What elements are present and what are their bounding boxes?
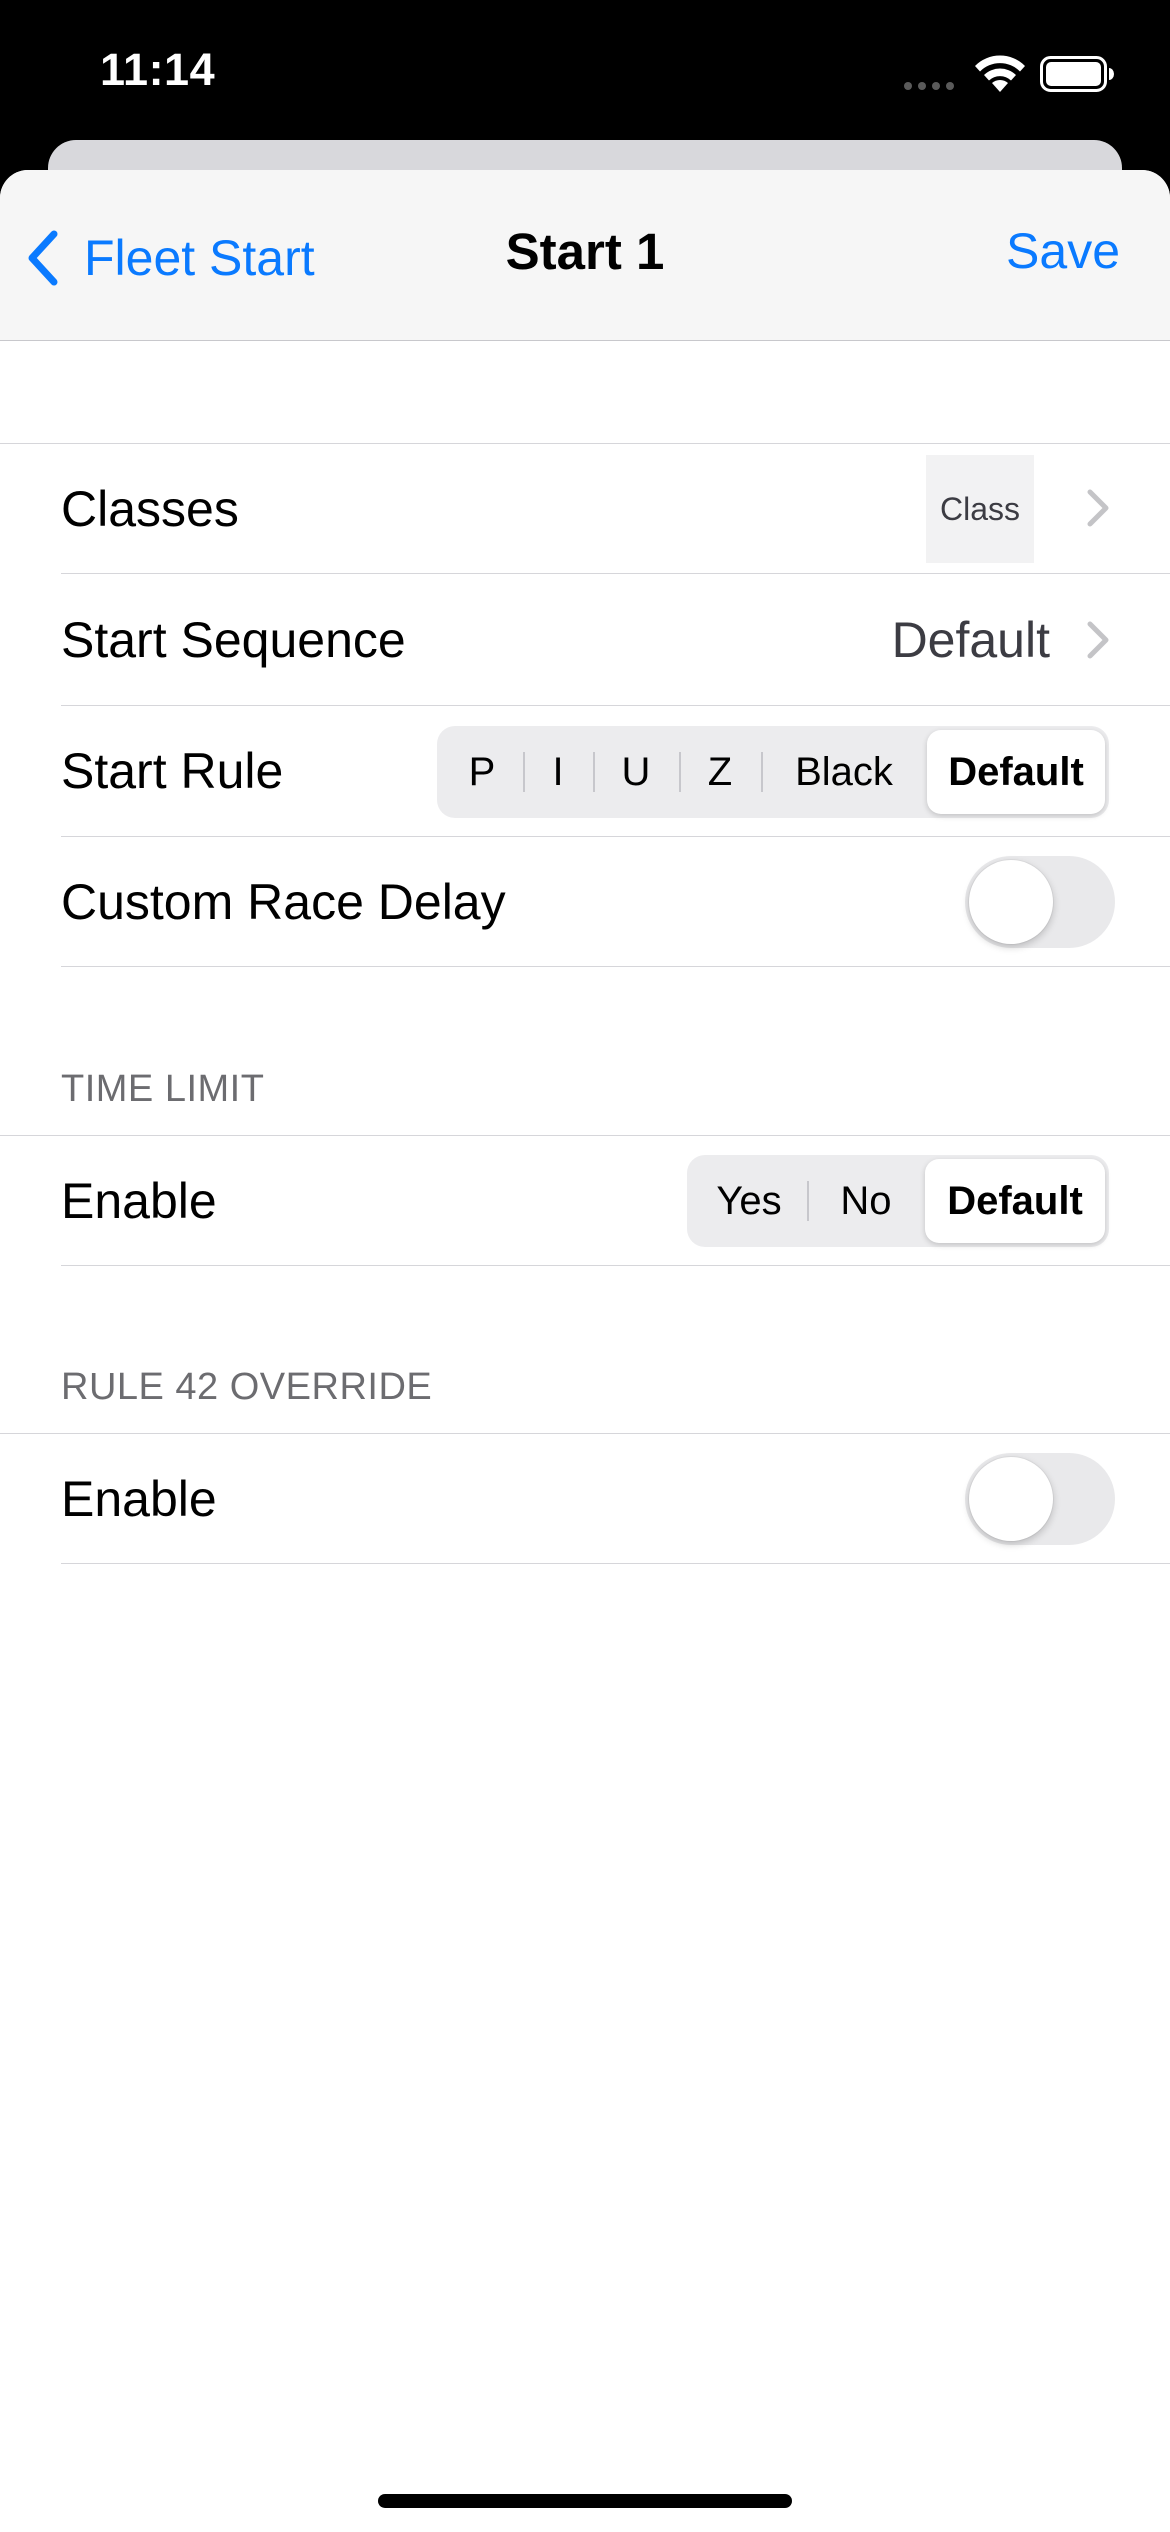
start-rule-option-u[interactable]: U [593,730,679,814]
rule-42-header: RULE 42 OVERRIDE [61,1366,433,1408]
rule-42-enable-row: Enable [0,1434,1170,1564]
start-rule-label: Start Rule [61,743,284,799]
back-button-label: Fleet Start [84,230,315,286]
time-limit-enable-row: Enable Yes No Default [0,1136,1170,1266]
chevron-left-icon [28,230,58,286]
rule-42-enable-label: Enable [61,1471,217,1527]
start-sequence-row[interactable]: Start Sequence Default [0,574,1170,706]
start-sequence-value: Default [891,612,1050,668]
settings-group-time-limit: Enable Yes No Default [0,1135,1170,1266]
custom-race-delay-label: Custom Race Delay [61,874,506,930]
status-bar: 11:14 [0,0,1170,150]
navigation-bar: Fleet Start Start 1 Save [0,170,1170,341]
status-time: 11:14 [100,44,216,95]
start-rule-option-p[interactable]: P [441,730,523,814]
start-rule-option-z[interactable]: Z [679,730,761,814]
time-limit-option-yes[interactable]: Yes [691,1159,807,1243]
back-button[interactable]: Fleet Start [24,220,315,296]
class-chip[interactable]: Class [926,455,1034,563]
modal-sheet: Fleet Start Start 1 Save Classes Class S… [0,170,1170,2532]
battery-icon [1040,56,1114,92]
time-limit-header: TIME LIMIT [61,1068,265,1110]
wifi-icon [975,55,1025,92]
start-rule-option-default[interactable]: Default [927,730,1105,814]
custom-race-delay-toggle[interactable] [965,856,1115,948]
time-limit-option-default[interactable]: Default [925,1159,1105,1243]
save-button[interactable]: Save [1006,222,1120,280]
toggle-knob [969,1457,1053,1541]
chevron-right-icon [1087,621,1109,659]
start-rule-segmented-control: P I U Z Black Default [437,726,1109,818]
time-limit-segmented-control: Yes No Default [687,1155,1109,1247]
toggle-knob [969,860,1053,944]
settings-group-rule-42: Enable [0,1433,1170,1564]
time-limit-option-no[interactable]: No [807,1159,925,1243]
start-sequence-label: Start Sequence [61,612,406,668]
chevron-right-icon [1087,489,1109,527]
start-rule-row: Start Rule P I U Z Black Default [0,706,1170,837]
home-indicator [378,2494,792,2508]
classes-row[interactable]: Classes Class [0,444,1170,574]
classes-label: Classes [61,481,239,537]
rule-42-enable-toggle[interactable] [965,1453,1115,1545]
cellular-signal-icon [904,82,954,90]
time-limit-enable-label: Enable [61,1173,217,1229]
settings-group-main: Classes Class Start Sequence Default Sta… [0,443,1170,967]
custom-race-delay-row: Custom Race Delay [0,837,1170,967]
start-rule-option-i[interactable]: I [523,730,593,814]
start-rule-option-black[interactable]: Black [761,730,927,814]
